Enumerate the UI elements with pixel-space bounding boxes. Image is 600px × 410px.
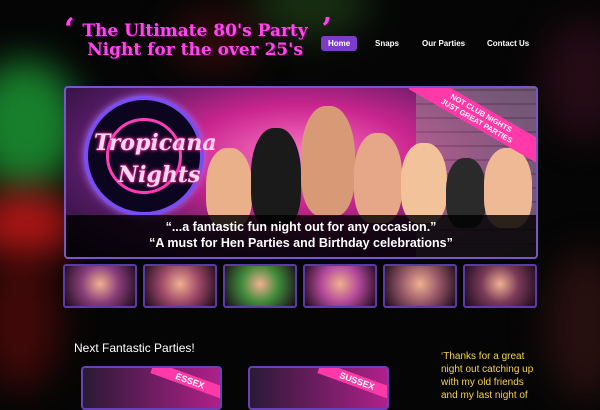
partygoer-figure	[301, 106, 355, 216]
hero-caption: “...a fantastic fun night out for any oc…	[66, 215, 536, 257]
background-glow	[540, 20, 600, 140]
next-parties-heading: Next Fantastic Parties!	[74, 341, 195, 355]
photo-thumbnail-strip	[63, 264, 537, 308]
nav-our-parties[interactable]: Our Parties	[415, 36, 472, 51]
nav-home[interactable]: Home	[321, 36, 358, 51]
background-glow	[545, 250, 600, 400]
hero-banner: Tropicana Nights NOT CLUB NIGHTS JUST GR…	[64, 86, 538, 259]
party-photo-thumbnail[interactable]	[463, 264, 537, 308]
nav-snaps[interactable]: Snaps	[368, 36, 406, 51]
logo-word-nights: Nights	[118, 162, 201, 188]
site-title[interactable]: ‘ The Ultimate 80's Party Night for the …	[64, 15, 332, 60]
testimonial-quote: ‘Thanks for a great night out catching u…	[441, 351, 534, 401]
partygoer-figure	[251, 128, 301, 228]
nav-contact-us[interactable]: Contact Us	[480, 36, 536, 51]
event-card-essex[interactable]: ESSEX	[81, 366, 222, 410]
party-photo-thumbnail[interactable]	[383, 264, 457, 308]
partygoer-figure	[354, 133, 402, 223]
hero-caption-line2: “A must for Hen Parties and Birthday cel…	[149, 236, 453, 250]
site-title-line2: Night for the over 25's	[87, 40, 303, 60]
partygoer-figure	[401, 143, 447, 223]
event-card-sussex[interactable]: SUSSEX	[248, 366, 389, 410]
background-glow	[0, 250, 60, 390]
event-banner-label: ESSEX	[150, 368, 220, 401]
open-quote-mark: ‘	[64, 12, 75, 47]
hero-caption-line1: “...a fantastic fun night out for any oc…	[165, 220, 437, 234]
tropicana-nights-logo: Tropicana Nights	[84, 96, 217, 216]
logo-word-tropicana: Tropicana	[94, 130, 217, 156]
party-photo-thumbnail[interactable]	[63, 264, 137, 308]
party-photo-thumbnail[interactable]	[303, 264, 377, 308]
party-photo-thumbnail[interactable]	[223, 264, 297, 308]
event-banner-label: SUSSEX	[317, 368, 387, 401]
party-photo-thumbnail[interactable]	[143, 264, 217, 308]
site-title-line1: The Ultimate 80's Party	[82, 21, 308, 41]
